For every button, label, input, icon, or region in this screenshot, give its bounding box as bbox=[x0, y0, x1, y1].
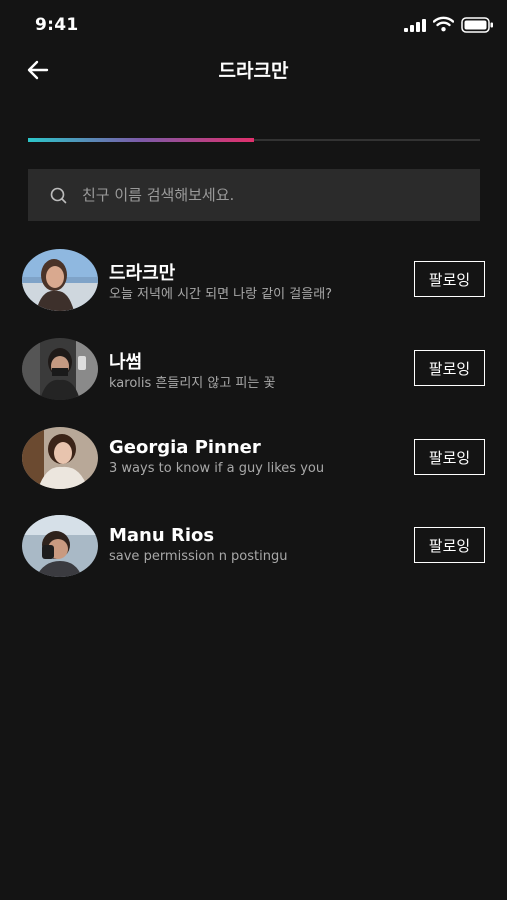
wifi-icon bbox=[433, 16, 454, 32]
friend-status: 3 ways to know if a guy likes you bbox=[109, 461, 325, 476]
signal-icon bbox=[404, 19, 426, 32]
friend-name: 나썸 bbox=[109, 352, 143, 373]
battery-icon bbox=[461, 17, 493, 33]
following-button[interactable]: 팔로잉 bbox=[414, 439, 485, 475]
friend-row[interactable]: Manu Rios save permission n postingu 팔로잉 bbox=[0, 515, 507, 585]
following-button[interactable]: 팔로잉 bbox=[414, 350, 485, 386]
following-button[interactable]: 팔로잉 bbox=[414, 261, 485, 297]
status-time: 9:41 bbox=[35, 15, 79, 35]
friend-row[interactable]: Georgia Pinner 3 ways to know if a guy l… bbox=[0, 427, 507, 497]
status-bar: 9:41 bbox=[0, 0, 507, 52]
friend-status: 오늘 저녁에 시간 되면 나랑 같이 걸을래? bbox=[109, 287, 333, 302]
page-title: 드라크만 bbox=[218, 60, 289, 82]
following-button[interactable]: 팔로잉 bbox=[414, 527, 485, 563]
tab-active-indicator bbox=[28, 138, 254, 142]
friend-row[interactable]: 드라크만 오늘 저녁에 시간 되면 나랑 같이 걸을래? 팔로잉 bbox=[0, 249, 507, 319]
friend-name: Georgia Pinner bbox=[109, 437, 261, 458]
search-input[interactable] bbox=[82, 169, 462, 221]
header: 드라크만 bbox=[0, 52, 507, 88]
avatar[interactable] bbox=[22, 515, 98, 577]
friend-row[interactable]: 나썸 karolis 흔들리지 않고 피는 꽃 팔로잉 bbox=[0, 338, 507, 408]
friend-name: 드라크만 bbox=[109, 263, 176, 284]
avatar[interactable] bbox=[22, 338, 98, 400]
avatar[interactable] bbox=[22, 249, 98, 311]
friend-status: save permission n postingu bbox=[109, 549, 288, 564]
search-bar[interactable] bbox=[28, 169, 480, 221]
search-icon bbox=[50, 187, 67, 204]
friend-name: Manu Rios bbox=[109, 525, 215, 546]
avatar[interactable] bbox=[22, 427, 98, 489]
friend-status: karolis 흔들리지 않고 피는 꽃 bbox=[109, 376, 276, 391]
